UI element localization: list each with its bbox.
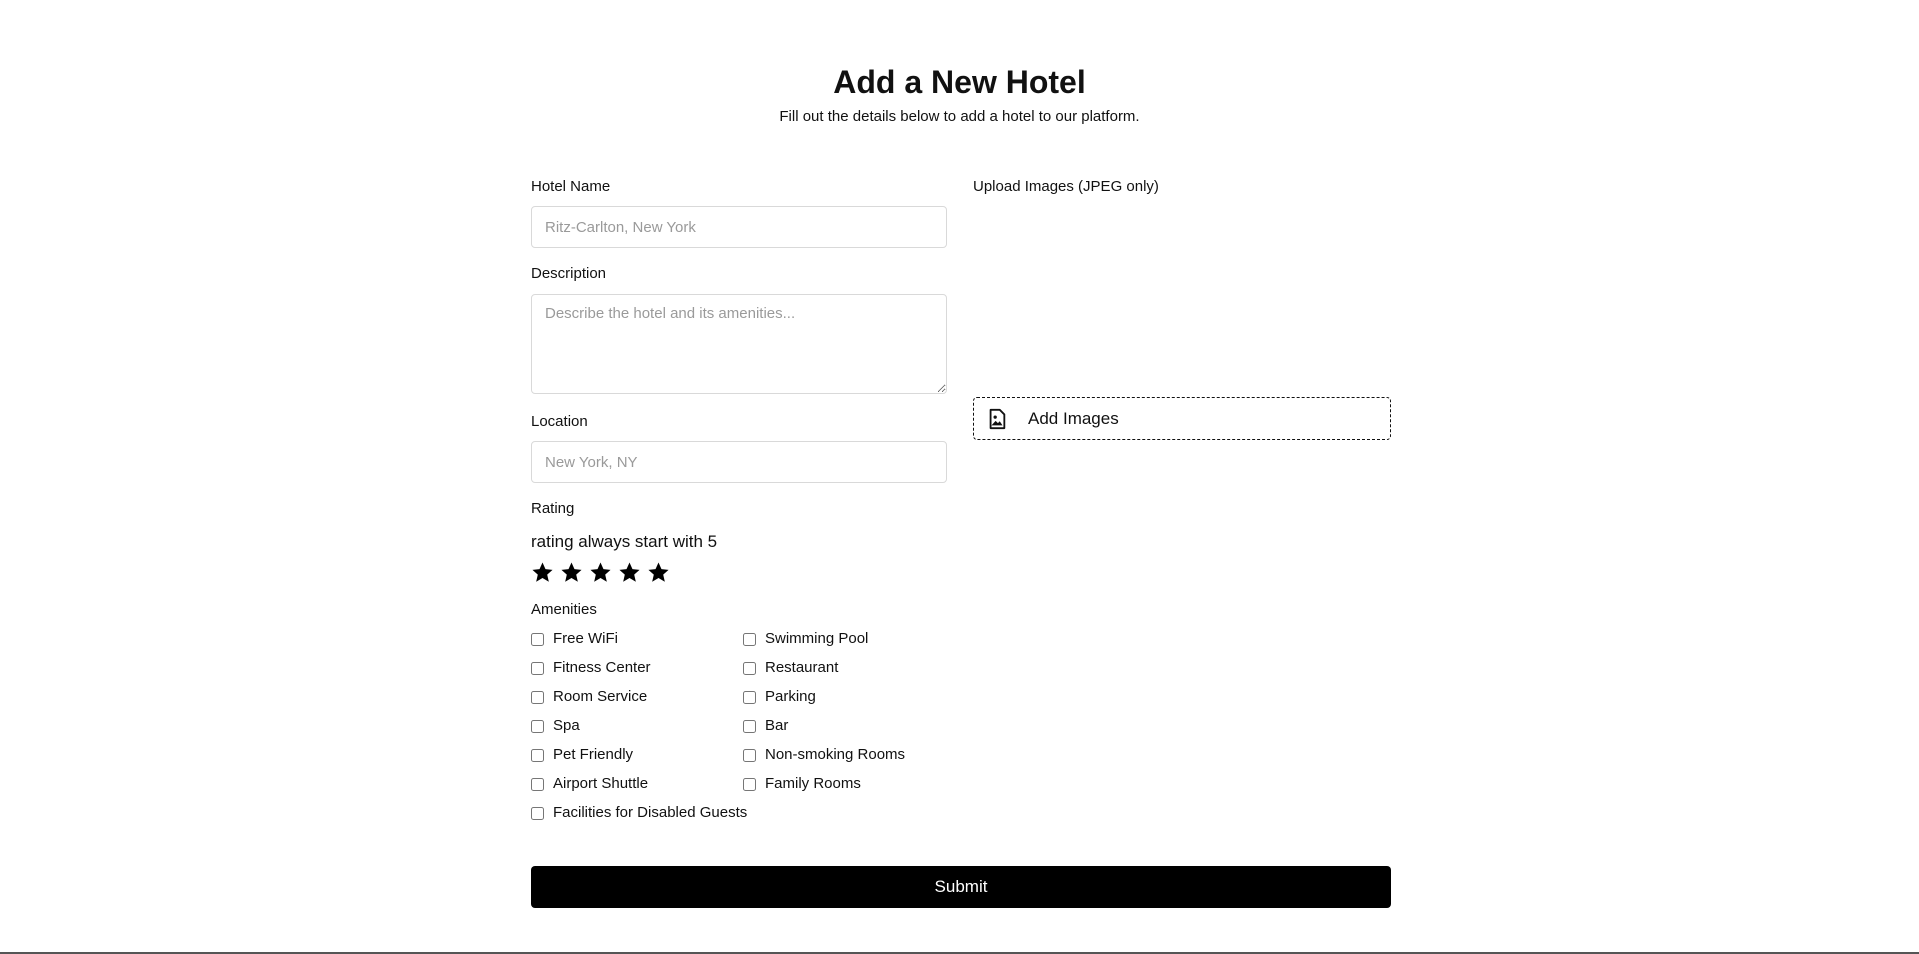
amenity-option[interactable]: Bar: [743, 717, 788, 735]
amenity-checkbox[interactable]: [743, 748, 756, 762]
amenity-option[interactable]: Spa: [531, 717, 580, 735]
amenity-checkbox[interactable]: [743, 719, 756, 733]
amenity-label: Parking: [765, 688, 816, 705]
rating-label: Rating: [531, 500, 575, 517]
amenity-checkbox[interactable]: [531, 777, 544, 791]
amenity-checkbox[interactable]: [531, 690, 544, 704]
hotel-name-input[interactable]: [531, 206, 947, 248]
rating-helper-text: rating always start with 5: [531, 532, 718, 551]
amenity-option[interactable]: Facilities for Disabled Guests: [531, 804, 747, 822]
location-label: Location: [531, 413, 588, 430]
amenity-label: Pet Friendly: [553, 746, 634, 763]
amenity-checkbox[interactable]: [743, 690, 756, 704]
amenity-option[interactable]: Airport Shuttle: [531, 775, 648, 793]
amenity-label: Swimming Pool: [765, 630, 869, 647]
amenity-label: Airport Shuttle: [553, 775, 649, 792]
star-icon[interactable]: [647, 561, 670, 584]
amenity-label: Non-smoking Rooms: [765, 746, 906, 763]
amenity-checkbox[interactable]: [531, 661, 544, 675]
amenity-label: Bar: [765, 717, 789, 734]
add-images-button[interactable]: Add Images: [973, 397, 1391, 440]
submit-button[interactable]: Submit: [531, 866, 1391, 908]
star-icon[interactable]: [589, 561, 612, 584]
amenity-option[interactable]: Room Service: [531, 688, 647, 706]
location-input[interactable]: [531, 441, 947, 483]
page-header: Add a New Hotel Fill out the details bel…: [0, 62, 1919, 126]
star-icon[interactable]: [531, 561, 554, 584]
amenity-option[interactable]: Swimming Pool: [743, 630, 868, 648]
page-title: Add a New Hotel: [833, 64, 1086, 100]
image-file-icon: [989, 408, 1006, 429]
star-icon[interactable]: [618, 561, 641, 584]
amenities-label: Amenities: [531, 601, 597, 618]
star-icon[interactable]: [560, 561, 583, 584]
amenity-checkbox[interactable]: [743, 632, 756, 646]
description-label: Description: [531, 265, 607, 282]
amenity-checkbox[interactable]: [531, 748, 544, 762]
hotel-name-label: Hotel Name: [531, 178, 611, 195]
amenity-option[interactable]: Non-smoking Rooms: [743, 746, 905, 764]
amenity-label: Fitness Center: [553, 659, 651, 676]
amenity-option[interactable]: Free WiFi: [531, 630, 618, 648]
rating-stars: [531, 561, 670, 584]
upload-images-label: Upload Images (JPEG only): [973, 178, 1159, 195]
amenity-label: Family Rooms: [765, 775, 861, 792]
amenity-option[interactable]: Restaurant: [743, 659, 838, 677]
amenity-label: Restaurant: [765, 659, 839, 676]
amenity-option[interactable]: Pet Friendly: [531, 746, 633, 764]
amenity-checkbox[interactable]: [743, 777, 756, 791]
amenity-checkbox[interactable]: [531, 719, 544, 733]
amenity-label: Room Service: [553, 688, 648, 705]
amenity-option[interactable]: Parking: [743, 688, 816, 706]
amenity-option[interactable]: Fitness Center: [531, 659, 651, 677]
amenity-label: Spa: [553, 717, 580, 734]
add-images-label: Add Images: [1028, 408, 1119, 428]
amenity-label: Facilities for Disabled Guests: [553, 804, 748, 821]
amenity-checkbox[interactable]: [531, 806, 544, 820]
amenity-checkbox[interactable]: [743, 661, 756, 675]
amenity-label: Free WiFi: [553, 630, 618, 647]
page-subtitle: Fill out the details below to add a hote…: [779, 108, 1140, 125]
description-textarea[interactable]: [531, 294, 947, 394]
amenity-option[interactable]: Family Rooms: [743, 775, 861, 793]
amenity-checkbox[interactable]: [531, 632, 544, 646]
